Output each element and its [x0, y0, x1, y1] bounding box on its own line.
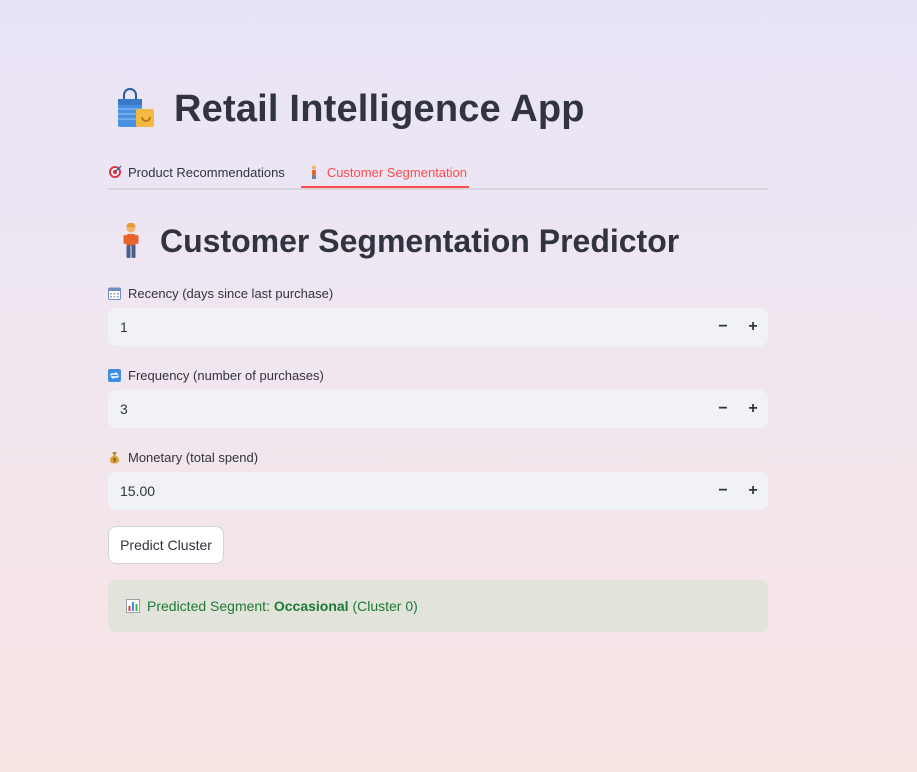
prediction-result-alert: Predicted Segment: Occasional (Cluster 0… — [108, 580, 768, 632]
frequency-value[interactable]: 3 — [108, 401, 708, 417]
result-suffix: (Cluster 0) — [348, 598, 418, 614]
monetary-decrement-button[interactable]: − — [708, 472, 738, 510]
frequency-input[interactable]: 3 − + — [108, 390, 768, 428]
monetary-value[interactable]: 15.00 — [108, 483, 708, 499]
field-label-text: Monetary (total spend) — [128, 449, 259, 465]
person-standing-icon — [120, 222, 142, 259]
monetary-increment-button[interactable]: + — [738, 472, 768, 510]
shopping-bags-icon — [114, 87, 158, 131]
recency-increment-button[interactable]: + — [738, 308, 768, 346]
app-title-text: Retail Intelligence App — [174, 87, 585, 130]
tab-customer-segmentation[interactable]: Customer Segmentation — [300, 158, 469, 188]
tab-bar: Product Recommendations Customer Segment… — [108, 158, 768, 190]
monetary-field: $ Monetary (total spend) 15.00 − + — [108, 448, 768, 510]
predict-cluster-button[interactable]: Predict Cluster — [108, 526, 224, 564]
svg-text:$: $ — [113, 457, 117, 463]
main-container: Retail Intelligence App Product Recommen… — [108, 80, 768, 632]
result-segment: Occasional — [273, 598, 349, 614]
frequency-label: Frequency (number of purchases) — [108, 366, 768, 384]
monetary-label: $ Monetary (total spend) — [108, 448, 768, 466]
field-label-text: Frequency (number of purchases) — [128, 367, 324, 383]
tab-label: Product Recommendations — [128, 164, 285, 180]
bar-chart-icon — [126, 599, 140, 613]
tab-product-recommendations[interactable]: Product Recommendations — [108, 158, 285, 186]
person-icon — [307, 165, 321, 179]
target-icon — [108, 165, 122, 179]
section-title-text: Customer Segmentation Predictor — [160, 222, 680, 259]
recency-value[interactable]: 1 — [108, 319, 708, 335]
field-label-text: Recency (days since last purchase) — [128, 285, 334, 301]
calendar-icon — [108, 287, 121, 300]
result-prefix: Predicted Segment: — [147, 598, 274, 614]
recency-input[interactable]: 1 − + — [108, 308, 768, 346]
section-title: Customer Segmentation Predictor — [108, 220, 768, 262]
app-title: Retail Intelligence App — [108, 80, 768, 138]
recency-label: Recency (days since last purchase) — [108, 284, 768, 302]
monetary-input[interactable]: 15.00 − + — [108, 472, 768, 510]
frequency-decrement-button[interactable]: − — [708, 390, 738, 428]
recency-field: Recency (days since last purchase) 1 − + — [108, 284, 768, 346]
recency-decrement-button[interactable]: − — [708, 308, 738, 346]
repeat-icon — [108, 368, 121, 382]
money-bag-icon: $ — [108, 451, 121, 464]
frequency-increment-button[interactable]: + — [738, 390, 768, 428]
frequency-field: Frequency (number of purchases) 3 − + — [108, 366, 768, 428]
tab-label: Customer Segmentation — [326, 164, 467, 180]
